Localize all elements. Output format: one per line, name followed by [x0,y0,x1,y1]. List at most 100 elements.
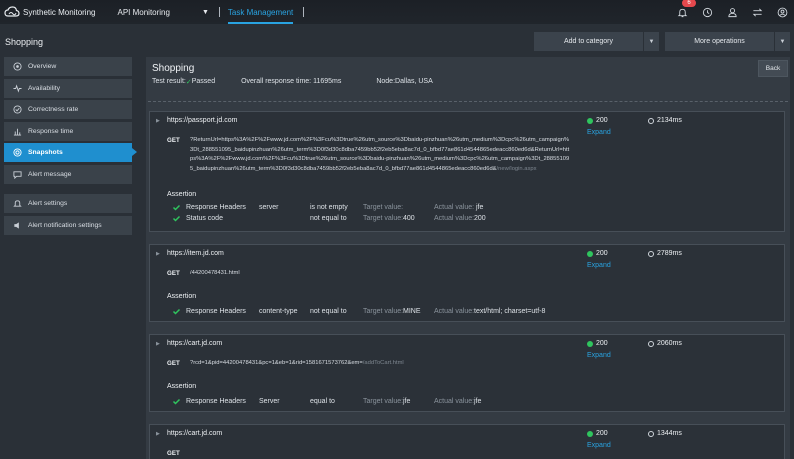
request-url: https://item.jd.com [167,250,224,257]
sidebar-item-alert-settings[interactable]: Alert settings [4,194,132,213]
chevron-down-icon[interactable]: ▼ [202,9,209,16]
account-icon [777,7,787,17]
assertion-type: Status code [186,215,223,222]
http-method: GET [167,450,180,457]
bell-icon [12,199,22,209]
target-value-label: Target value: [363,308,404,315]
top-icons: 6 [676,0,788,24]
status-dot [587,340,593,347]
page-title: Shopping [5,37,44,47]
target-value-label: Target value: [363,398,404,405]
assertion-field: Server [259,398,280,405]
clock-icon [648,340,654,347]
response-time-value: 2134ms [657,117,682,124]
http-method: GET [167,360,180,367]
response-time: 2134ms [648,117,682,124]
actual-value-label: Actual value: [434,215,475,222]
more-operations-dropdown[interactable]: More operations ▼ [665,32,790,51]
sidebar-item-label: Alert settings [28,200,68,207]
expand-link[interactable]: Expand [587,129,611,136]
chevron-down-icon[interactable]: ▼ [774,32,790,51]
expand-arrow-icon[interactable]: ▶ [156,118,160,124]
request-url: https://cart.jd.com [167,340,223,347]
more-operations-label: More operations [694,38,745,45]
actual-value: jfe [476,204,484,211]
assertion-operator: not equal to [310,308,347,315]
http-method: GET [167,137,180,144]
snapshot-icon [12,148,22,158]
target-value-label: Target value: [363,215,404,222]
sidebar-item-alert-notification-settings[interactable]: Alert notification settings [4,215,132,235]
request-params: /44200478431.html [190,269,570,279]
nav-api-monitoring[interactable]: API Monitoring [117,8,169,17]
expand-arrow-icon[interactable]: ▶ [156,251,160,257]
sidebar-item-correctness-rate[interactable]: Correctness rate [4,100,132,119]
sidebar-item-overview[interactable]: Overview [4,57,132,76]
sidebar-item-snapshots[interactable]: Snapshots [4,143,137,162]
expand-arrow-icon[interactable]: ▶ [156,431,160,437]
sidebar-item-label: Overview [28,63,57,70]
history-button[interactable] [701,6,713,18]
sidebar-item-label: Correctness rate [28,106,79,113]
assertion-row: Response Headers server is not empty Tar… [172,204,772,214]
request-params: ?rcd=1&pid=44200478431&pc=1&eb=1&rid=158… [190,359,570,369]
sidebar-item-availability[interactable]: Availability [4,78,132,98]
status-code: 200 [587,117,608,124]
request-query: ?rcd=1&pid=44200478431&pc=1&eb=1&rid=158… [190,360,363,366]
check-icon [172,203,181,212]
sidebar-item-alert-message[interactable]: Alert message [4,164,132,184]
response-time: 2060ms [648,340,682,347]
notification-button[interactable]: 6 [676,0,696,18]
request-path: /addToCart.html [362,360,404,366]
user-manage-button[interactable] [726,6,738,18]
check-icon [172,307,181,316]
request-params: ?ReturnUrl=https%3A%2F%2Fwww.jd.com%2F%3… [190,136,570,174]
sidebar-item-label: Snapshots [28,149,63,156]
request-url: https://cart.jd.com [167,430,223,437]
chevron-down-icon[interactable]: ▼ [643,32,659,51]
assertion-row: Response Headers Server equal to Target … [172,398,772,408]
test-result-value: Passed [191,78,216,85]
account-button[interactable] [776,6,788,18]
check-icon [172,397,181,406]
check-circle-icon [12,105,22,115]
actual-value-label: Actual value: [434,398,475,405]
response-time: 1344ms [648,430,682,437]
response-time-value: 1344ms [657,430,682,437]
assertion-title: Assertion [167,293,197,300]
sidebar-item-response-time[interactable]: Response time [4,121,132,141]
logo[interactable]: Synthetic Monitoring [4,6,95,18]
actual-value: 200 [474,215,486,222]
target-value: 400 [403,215,415,222]
cloud-logo-icon [4,6,20,17]
status-code: 200 [587,430,608,437]
assertion-title: Assertion [167,383,197,390]
response-time: 2789ms [648,250,682,257]
sidebar-item-label: Alert message [28,170,72,178]
assertion-row: Status code not equal to Target value: 4… [172,215,772,225]
expand-link[interactable]: Expand [587,442,611,449]
nav-task-management[interactable]: Task Management [227,0,294,24]
expand-link[interactable]: Expand [587,352,611,359]
nav-divider [303,7,305,17]
expand-link[interactable]: Expand [587,262,611,269]
clock-icon [648,430,654,437]
snapshot-title: Shopping [152,63,195,74]
nav-divider [218,7,220,17]
switch-button[interactable] [751,6,763,18]
request-card: ▶ https://item.jd.com 200 Expand 2789ms … [149,244,785,322]
snapshot-panel: Shopping Test result: ✓ Passed Overall r… [146,57,790,459]
request-url: https://passport.jd.com [167,117,238,124]
back-button[interactable]: Back [758,60,788,77]
expand-arrow-icon[interactable]: ▶ [156,341,160,347]
actual-value: text/html; charset=utf-8 [474,308,546,315]
assertion-operator: not equal to [310,215,347,222]
add-to-category-dropdown[interactable]: Add to category ▼ [534,32,659,51]
add-to-category-label: Add to category [563,38,614,45]
snapshot-header: Shopping Test result: ✓ Passed Overall r… [148,57,788,102]
assertion-field: content-type [259,308,298,315]
swap-icon [752,8,762,16]
assertion-operator: equal to [310,398,335,405]
check-icon [172,214,181,223]
